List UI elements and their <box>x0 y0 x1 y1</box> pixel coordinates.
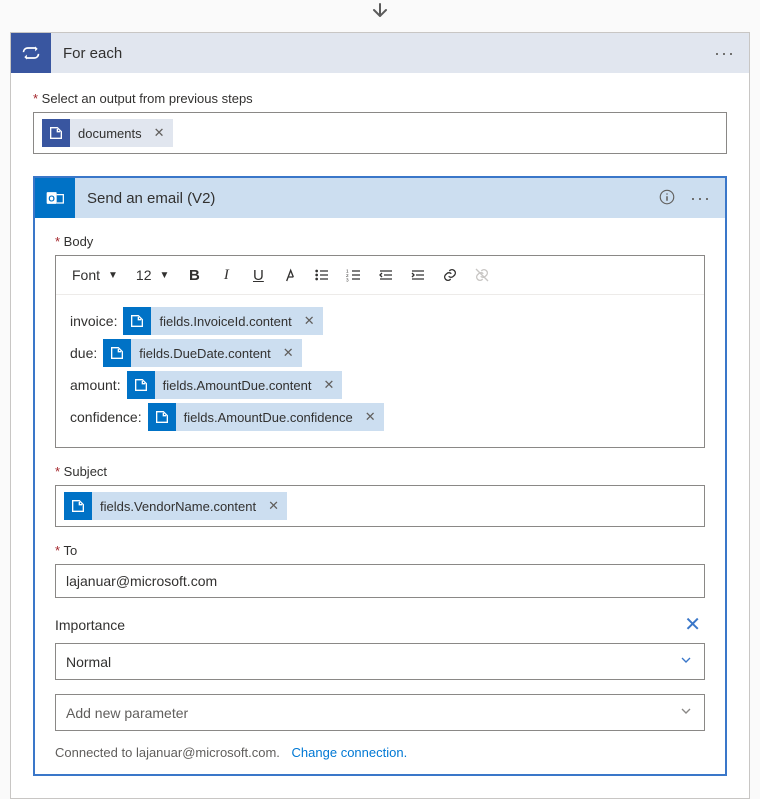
loop-icon <box>11 33 51 73</box>
connected-text: Connected to lajanuar@microsoft.com. <box>55 745 280 760</box>
foreach-title: For each <box>51 45 714 62</box>
token-icon <box>148 403 176 431</box>
font-label: Font <box>72 267 100 283</box>
foreach-card: For each ··· Select an output from previ… <box>10 32 750 799</box>
foreach-body: Select an output from previous steps doc… <box>11 73 749 798</box>
token-icon <box>103 339 131 367</box>
output-input[interactable]: documents ✕ <box>33 112 727 154</box>
token-icon <box>123 307 151 335</box>
to-input[interactable]: lajanuar@microsoft.com <box>55 564 705 598</box>
importance-select[interactable]: Normal <box>55 643 705 680</box>
token-text: fields.AmountDue.content <box>155 378 320 393</box>
email-card: O Send an email (V2) ··· Body <box>33 176 727 776</box>
token-text: documents <box>70 126 150 141</box>
token-vendor[interactable]: fields.VendorName.content ✕ <box>64 492 287 520</box>
email-title: Send an email (V2) <box>75 190 658 207</box>
connector-arrow <box>10 0 750 32</box>
font-size: 12 <box>136 267 152 283</box>
token-icon <box>42 119 70 147</box>
token-text: fields.AmountDue.confidence <box>176 410 361 425</box>
change-connection-link[interactable]: Change connection. <box>292 745 408 760</box>
token-text: fields.DueDate.content <box>131 346 279 361</box>
caret-down-icon: ▼ <box>108 270 118 281</box>
line-label: invoice: <box>70 313 117 329</box>
token-text: fields.VendorName.content <box>92 499 264 514</box>
importance-row: Importance ✕ <box>55 612 705 637</box>
body-line: due: fields.DueDate.content ✕ <box>70 339 690 367</box>
caret-down-icon: ▼ <box>160 270 170 281</box>
foreach-more-button[interactable]: ··· <box>714 44 735 62</box>
line-label: confidence: <box>70 409 142 425</box>
token-remove[interactable]: ✕ <box>300 313 323 329</box>
outdent-button[interactable] <box>373 262 399 288</box>
remove-importance-button[interactable]: ✕ <box>680 612 705 637</box>
unlink-button <box>469 262 495 288</box>
body-line: amount: fields.AmountDue.content ✕ <box>70 371 690 399</box>
importance-value: Normal <box>66 654 111 670</box>
add-param-text: Add new parameter <box>66 705 188 721</box>
output-label: Select an output from previous steps <box>33 91 727 106</box>
line-label: due: <box>70 345 97 361</box>
underline-button[interactable]: U <box>245 262 271 288</box>
add-parameter-select[interactable]: Add new parameter <box>55 694 705 731</box>
body-line: confidence: fields.AmountDue.confidence … <box>70 403 690 431</box>
token-text: fields.InvoiceId.content <box>151 314 299 329</box>
font-select[interactable]: Font ▼ <box>66 265 124 285</box>
token-icon <box>127 371 155 399</box>
token-remove[interactable]: ✕ <box>319 377 342 393</box>
rte-body[interactable]: invoice: fields.InvoiceId.content ✕ due: <box>56 295 704 447</box>
bold-button[interactable]: B <box>181 262 207 288</box>
token-remove[interactable]: ✕ <box>361 409 384 425</box>
svg-text:O: O <box>48 193 55 203</box>
rte-toolbar: Font ▼ 12 ▼ B I U <box>56 256 704 295</box>
token-icon <box>64 492 92 520</box>
body-line: invoice: fields.InvoiceId.content ✕ <box>70 307 690 335</box>
font-size-select[interactable]: 12 ▼ <box>130 265 175 285</box>
email-body: Body Font ▼ 12 ▼ B I <box>35 218 725 774</box>
info-button[interactable] <box>658 188 676 209</box>
token-remove[interactable]: ✕ <box>150 125 173 141</box>
number-list-button[interactable]: 123 <box>341 262 367 288</box>
token-remove[interactable]: ✕ <box>264 498 287 514</box>
color-button[interactable] <box>277 262 303 288</box>
link-button[interactable] <box>437 262 463 288</box>
email-header[interactable]: O Send an email (V2) ··· <box>35 178 725 218</box>
token-documents[interactable]: documents ✕ <box>42 119 173 147</box>
rte-container: Font ▼ 12 ▼ B I U <box>55 255 705 448</box>
outlook-icon: O <box>35 178 75 218</box>
chevron-down-icon <box>678 703 694 722</box>
chevron-down-icon <box>678 652 694 671</box>
token-remove[interactable]: ✕ <box>279 345 302 361</box>
connection-footer: Connected to lajanuar@microsoft.com. Cha… <box>55 745 705 760</box>
importance-label: Importance <box>55 617 125 633</box>
foreach-header[interactable]: For each ··· <box>11 33 749 73</box>
subject-input[interactable]: fields.VendorName.content ✕ <box>55 485 705 527</box>
italic-button[interactable]: I <box>213 262 239 288</box>
token-confidence[interactable]: fields.AmountDue.confidence ✕ <box>148 403 384 431</box>
svg-text:3: 3 <box>346 278 349 283</box>
email-more-button[interactable]: ··· <box>690 189 711 207</box>
subject-label: Subject <box>55 464 705 479</box>
line-label: amount: <box>70 377 121 393</box>
token-due[interactable]: fields.DueDate.content ✕ <box>103 339 301 367</box>
body-label: Body <box>55 234 705 249</box>
bullet-list-button[interactable] <box>309 262 335 288</box>
token-amount[interactable]: fields.AmountDue.content ✕ <box>127 371 343 399</box>
indent-button[interactable] <box>405 262 431 288</box>
to-label: To <box>55 543 705 558</box>
token-invoice[interactable]: fields.InvoiceId.content ✕ <box>123 307 322 335</box>
